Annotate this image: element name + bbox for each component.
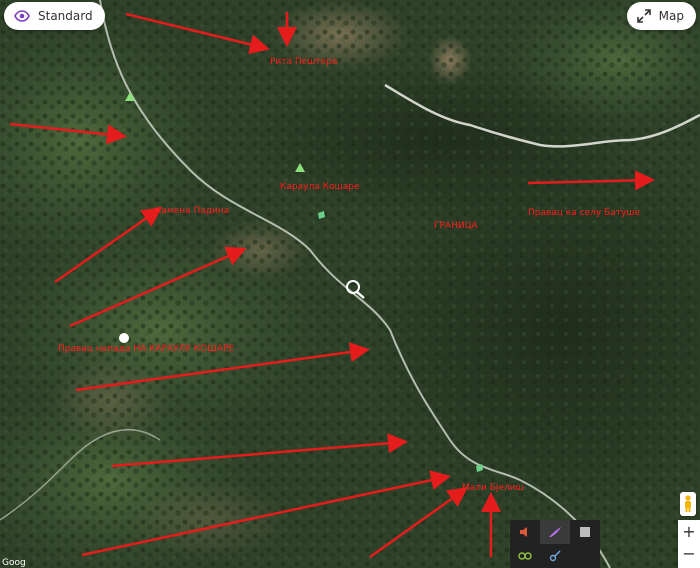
expand-arrows-icon bbox=[636, 9, 651, 23]
glasses-icon bbox=[518, 552, 532, 560]
label-ridge-east: Правац ка селу Батуше bbox=[528, 208, 641, 218]
shape-tool[interactable] bbox=[570, 520, 600, 544]
zoom-controls: + − bbox=[678, 520, 700, 568]
zoom-in-button[interactable]: + bbox=[678, 520, 700, 542]
label-border: ГРАНИЦА bbox=[434, 221, 479, 231]
link-icon bbox=[549, 550, 561, 562]
extra-tool-3[interactable] bbox=[570, 544, 600, 568]
label-kamena-padina: Камена Падина bbox=[155, 206, 229, 216]
pen-tool[interactable] bbox=[540, 520, 570, 544]
label-mali-bjelis: Мали Бјелиш bbox=[462, 483, 524, 493]
map-toggle-label: Map bbox=[658, 9, 684, 23]
label-village-trail: Правац напада НА КАРАУЛУ КОШАРЕ bbox=[58, 344, 234, 354]
map-attribution: Goog bbox=[2, 558, 26, 568]
satellite-map[interactable]: Рита Пештера Караула Кошаре Камена Падин… bbox=[0, 0, 700, 568]
zoom-out-button[interactable]: − bbox=[678, 542, 700, 564]
view-toggle-label: Standard bbox=[38, 9, 93, 23]
eye-icon bbox=[14, 10, 30, 22]
extra-tool-2[interactable] bbox=[540, 544, 570, 568]
tool-palette bbox=[510, 520, 600, 568]
label-karaula-koshare: Караула Кошаре bbox=[280, 182, 360, 192]
street-view-pegman-icon[interactable] bbox=[680, 492, 696, 516]
speaker-icon bbox=[520, 527, 527, 537]
view-toggle-button[interactable]: Standard bbox=[4, 2, 105, 30]
label-rock-peak: Рита Пештера bbox=[270, 57, 337, 67]
extra-tool-1[interactable] bbox=[510, 544, 540, 568]
square-icon bbox=[580, 527, 590, 537]
speaker-tool[interactable] bbox=[510, 520, 540, 544]
feather-icon bbox=[549, 527, 561, 537]
poi-dot-icon bbox=[119, 333, 129, 343]
map-toggle-button[interactable]: Map bbox=[626, 2, 696, 30]
